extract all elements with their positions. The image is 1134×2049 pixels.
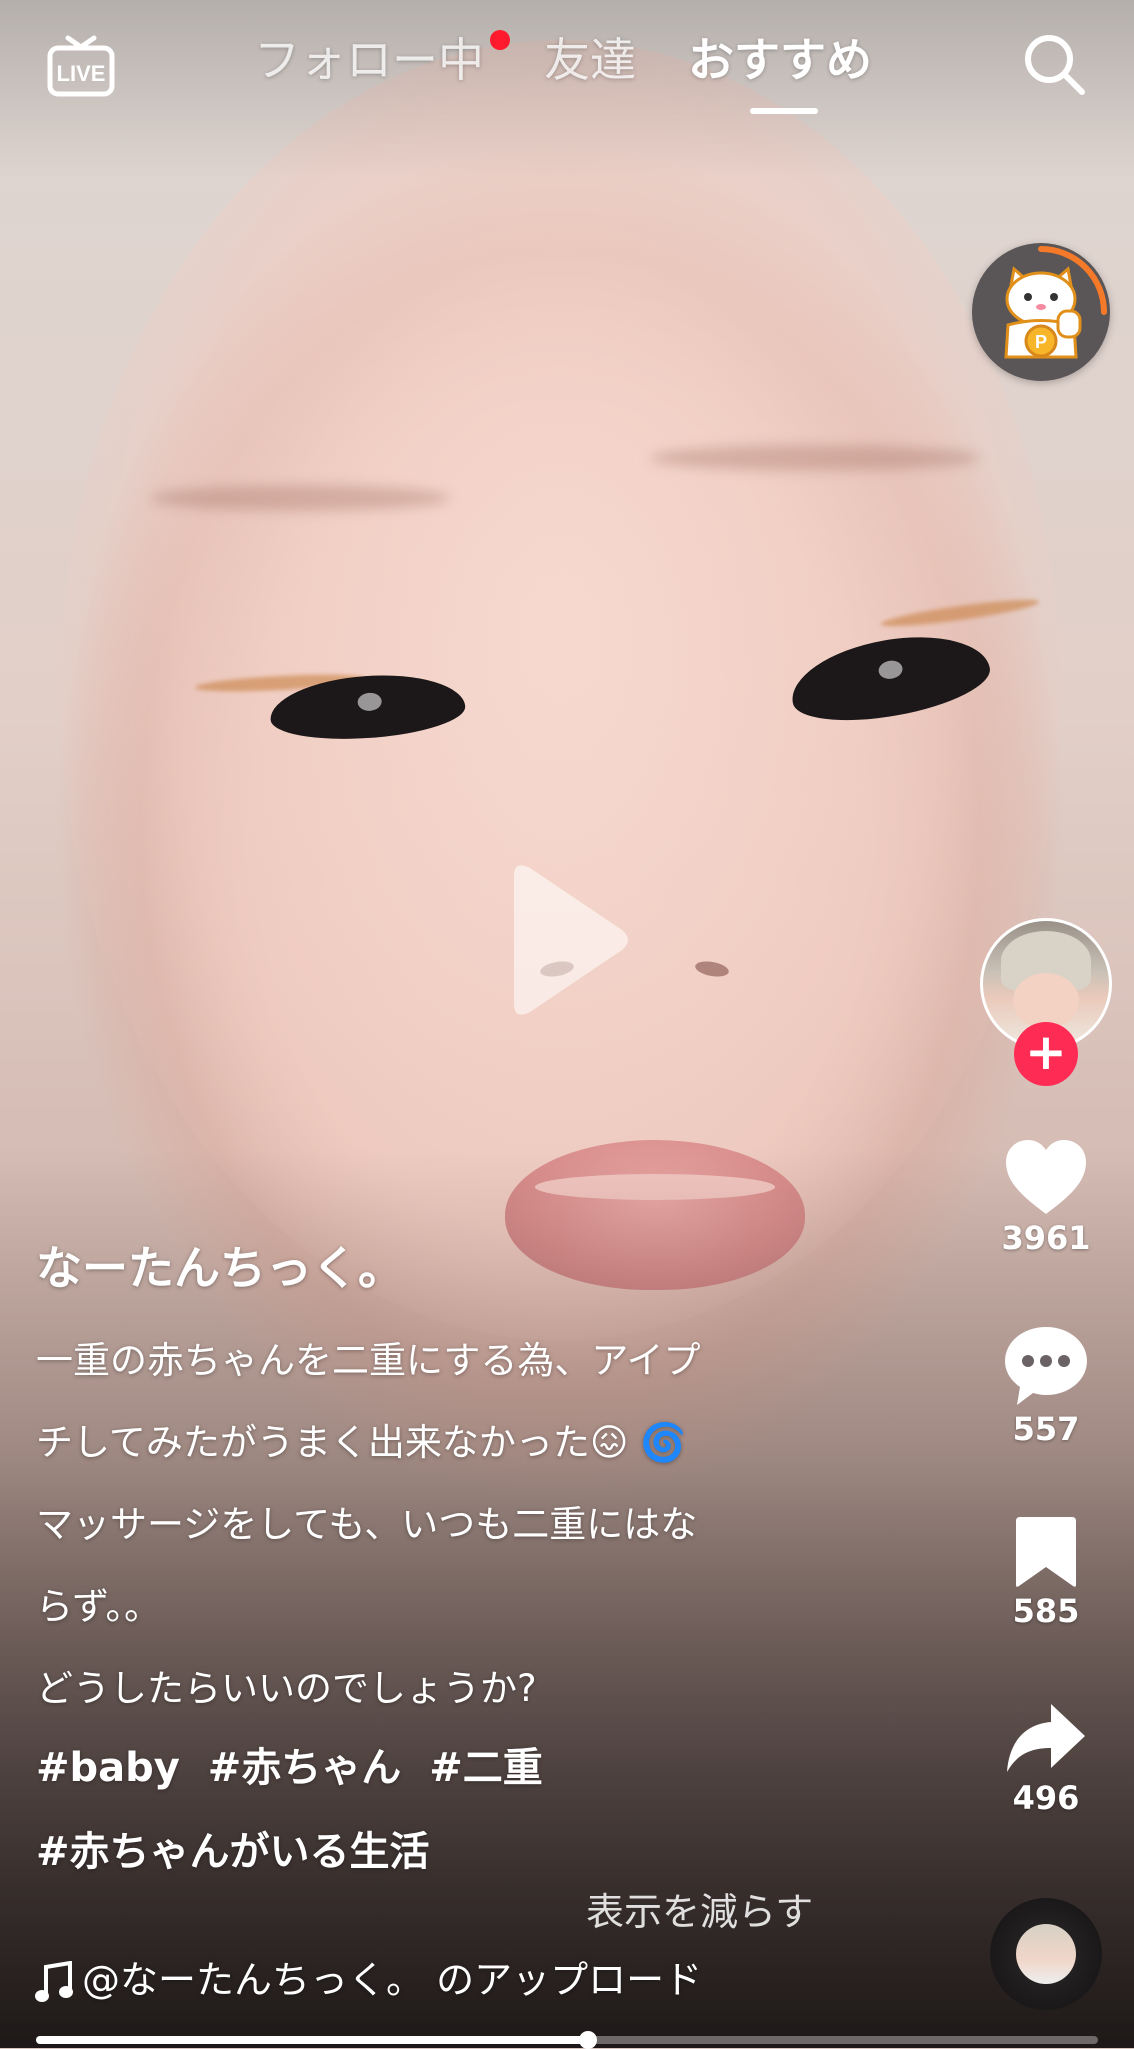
- hashtag-akachan-life[interactable]: #赤ちゃんがいる生活: [36, 1829, 430, 1875]
- follow-plus-button[interactable]: +: [1014, 1022, 1078, 1086]
- music-disc-cover: [1016, 1924, 1076, 1984]
- share-arrow-icon: [1007, 1704, 1085, 1772]
- share-count: 496: [1012, 1779, 1080, 1817]
- reward-timer-button[interactable]: P: [972, 243, 1110, 381]
- heart-icon: [1006, 1140, 1086, 1214]
- caption-line: らず。。: [36, 1585, 162, 1628]
- like-button[interactable]: 3961: [990, 1138, 1102, 1258]
- comment-icon: [1005, 1327, 1087, 1405]
- search-icon[interactable]: [1020, 30, 1088, 98]
- progress-fill: [36, 2036, 589, 2044]
- caption-line: マッサージをしても、いつも二重にはな: [36, 1503, 698, 1546]
- caption-line: チしてみたがうまく出来なかった😖 🌀: [36, 1421, 687, 1464]
- play-icon[interactable]: [504, 860, 634, 1020]
- creator-username[interactable]: なーたんちっく。: [36, 1236, 404, 1300]
- hashtag-akachan[interactable]: #赤ちゃん: [208, 1745, 402, 1791]
- save-count: 585: [1012, 1592, 1080, 1630]
- music-note-icon: [35, 1960, 73, 2002]
- feed-tabs: フォロー中 友達 おすすめ: [0, 30, 1134, 114]
- comment-count: 557: [1012, 1410, 1080, 1448]
- comment-button[interactable]: 557: [990, 1325, 1102, 1449]
- music-info[interactable]: @なーたんちっく。 のアップロード: [34, 1952, 702, 2008]
- tab-for-you[interactable]: おすすめ: [688, 30, 872, 90]
- save-button[interactable]: 585: [990, 1515, 1102, 1631]
- hashtag-futae[interactable]: #二重: [429, 1745, 543, 1791]
- coin-letter: P: [1035, 332, 1047, 352]
- bookmark-icon: [1016, 1517, 1076, 1587]
- share-button[interactable]: 496: [990, 1702, 1102, 1818]
- music-disc[interactable]: [990, 1898, 1102, 2010]
- tab-following[interactable]: フォロー中: [254, 30, 484, 90]
- active-tab-indicator: [750, 108, 818, 114]
- caption-line: 一重の赤ちゃんを二重にする為、アイプ: [36, 1339, 701, 1382]
- show-less-link[interactable]: 表示を減らす: [586, 1882, 813, 1942]
- caption-line: どうしたらいいのでしょうか?: [36, 1667, 537, 1710]
- tab-friends[interactable]: 友達: [544, 30, 636, 90]
- music-label: @なーたんちっく。 のアップロード: [82, 1958, 703, 2002]
- notification-dot: [490, 30, 510, 50]
- like-count: 3961: [1001, 1219, 1091, 1257]
- video-progress-bar[interactable]: [36, 2031, 1098, 2049]
- video-caption: 一重の赤ちゃんを二重にする為、アイプ チしてみたがうまく出来なかった😖 🌀 マッ…: [36, 1320, 826, 1730]
- hashtag-baby[interactable]: #baby: [36, 1745, 180, 1791]
- hashtag-list: #baby #赤ちゃん #二重 #赤ちゃんがいる生活: [36, 1726, 836, 1894]
- lucky-cat-icon: P: [1004, 266, 1082, 359]
